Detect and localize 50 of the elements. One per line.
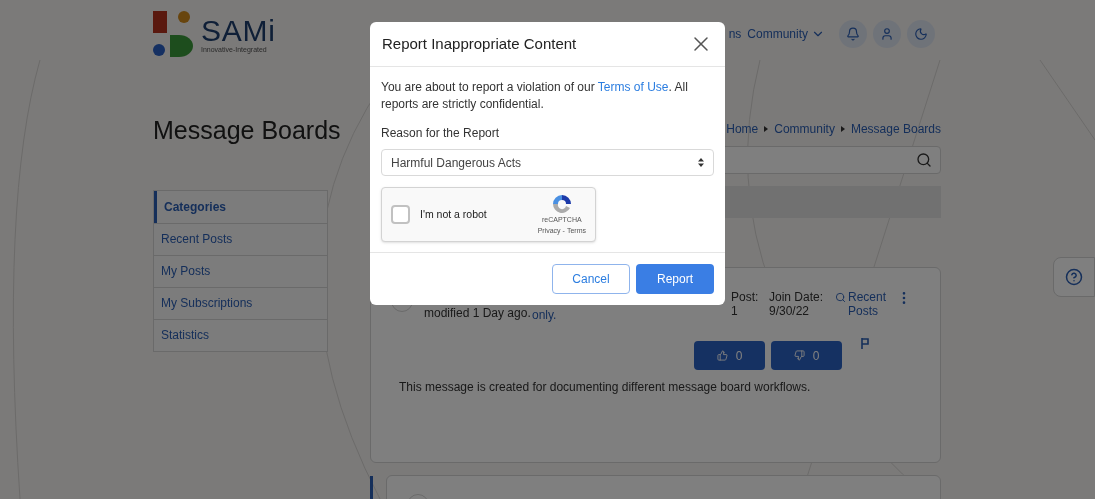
post-title-link[interactable]: only. [532,306,731,324]
cancel-button[interactable]: Cancel [552,264,630,294]
moon-icon [914,27,928,41]
notifications-button[interactable] [839,20,867,48]
dialog-title: Report Inappropriate Content [382,33,577,54]
dialog-message: You are about to report a violation of our Terms of Use. All reports are strictly confidential. [381,79,689,113]
search-icon [916,152,932,168]
page-title: Message Boards [153,115,342,146]
flag-icon[interactable] [861,338,869,349]
user-icon [880,27,894,41]
sidebar-item[interactable]: Recent Posts [154,222,327,255]
help-icon [1065,268,1083,286]
sidebar-item[interactable]: My Subscriptions [154,286,327,319]
dislike-button[interactable]: 0 [771,341,842,370]
selection-indicator [370,476,373,499]
breadcrumb-link[interactable]: Home [726,120,759,138]
stat-value: 1 [731,304,739,318]
recaptcha-logo-icon [550,193,573,215]
logo-icon [153,11,193,57]
profile-button[interactable] [873,20,901,48]
theme-toggle-button[interactable] [907,20,935,48]
stat-label: Join Date: [769,290,825,304]
help-button[interactable] [1053,257,1095,297]
terms-link[interactable]: Terms of Use [597,80,669,94]
modified-text: modified 1 Day ago. [424,305,532,322]
breadcrumb-arrow-icon [764,126,769,132]
sort-arrows-icon [698,158,704,167]
breadcrumb-arrow-icon [840,126,845,132]
bell-icon [846,27,860,41]
breadcrumb-link[interactable]: Community [774,120,835,138]
search-icon [835,292,846,303]
thumbs-down-icon [793,350,805,361]
logo-wordmark: SAMi [201,15,276,46]
nav-dropdown[interactable]: Community [747,25,825,43]
stat-value: 9/30/22 [769,304,811,318]
breadcrumb-link[interactable]: Message Boards [850,120,941,138]
thumbs-up-icon [716,350,728,361]
reason-select[interactable]: Harmful Dangerous Acts [381,149,714,176]
captcha-checkbox[interactable] [391,205,410,224]
nav-link[interactable]: ns [728,25,742,43]
sidebar-item[interactable]: Categories [154,190,327,223]
reason-label: Reason for the Report [381,125,501,142]
like-button[interactable]: 0 [694,341,765,370]
captcha-label: I'm not a robot [420,206,487,222]
post-body: This message is created for documenting different message board workflows. [399,379,812,396]
recent-posts-link[interactable]: Recent Posts [835,290,895,318]
stat-label: Post: [731,290,760,304]
report-button[interactable]: Report [636,264,714,294]
sidebar-item[interactable]: Statistics [154,318,327,351]
sidebar-item[interactable]: My Posts [154,254,327,287]
